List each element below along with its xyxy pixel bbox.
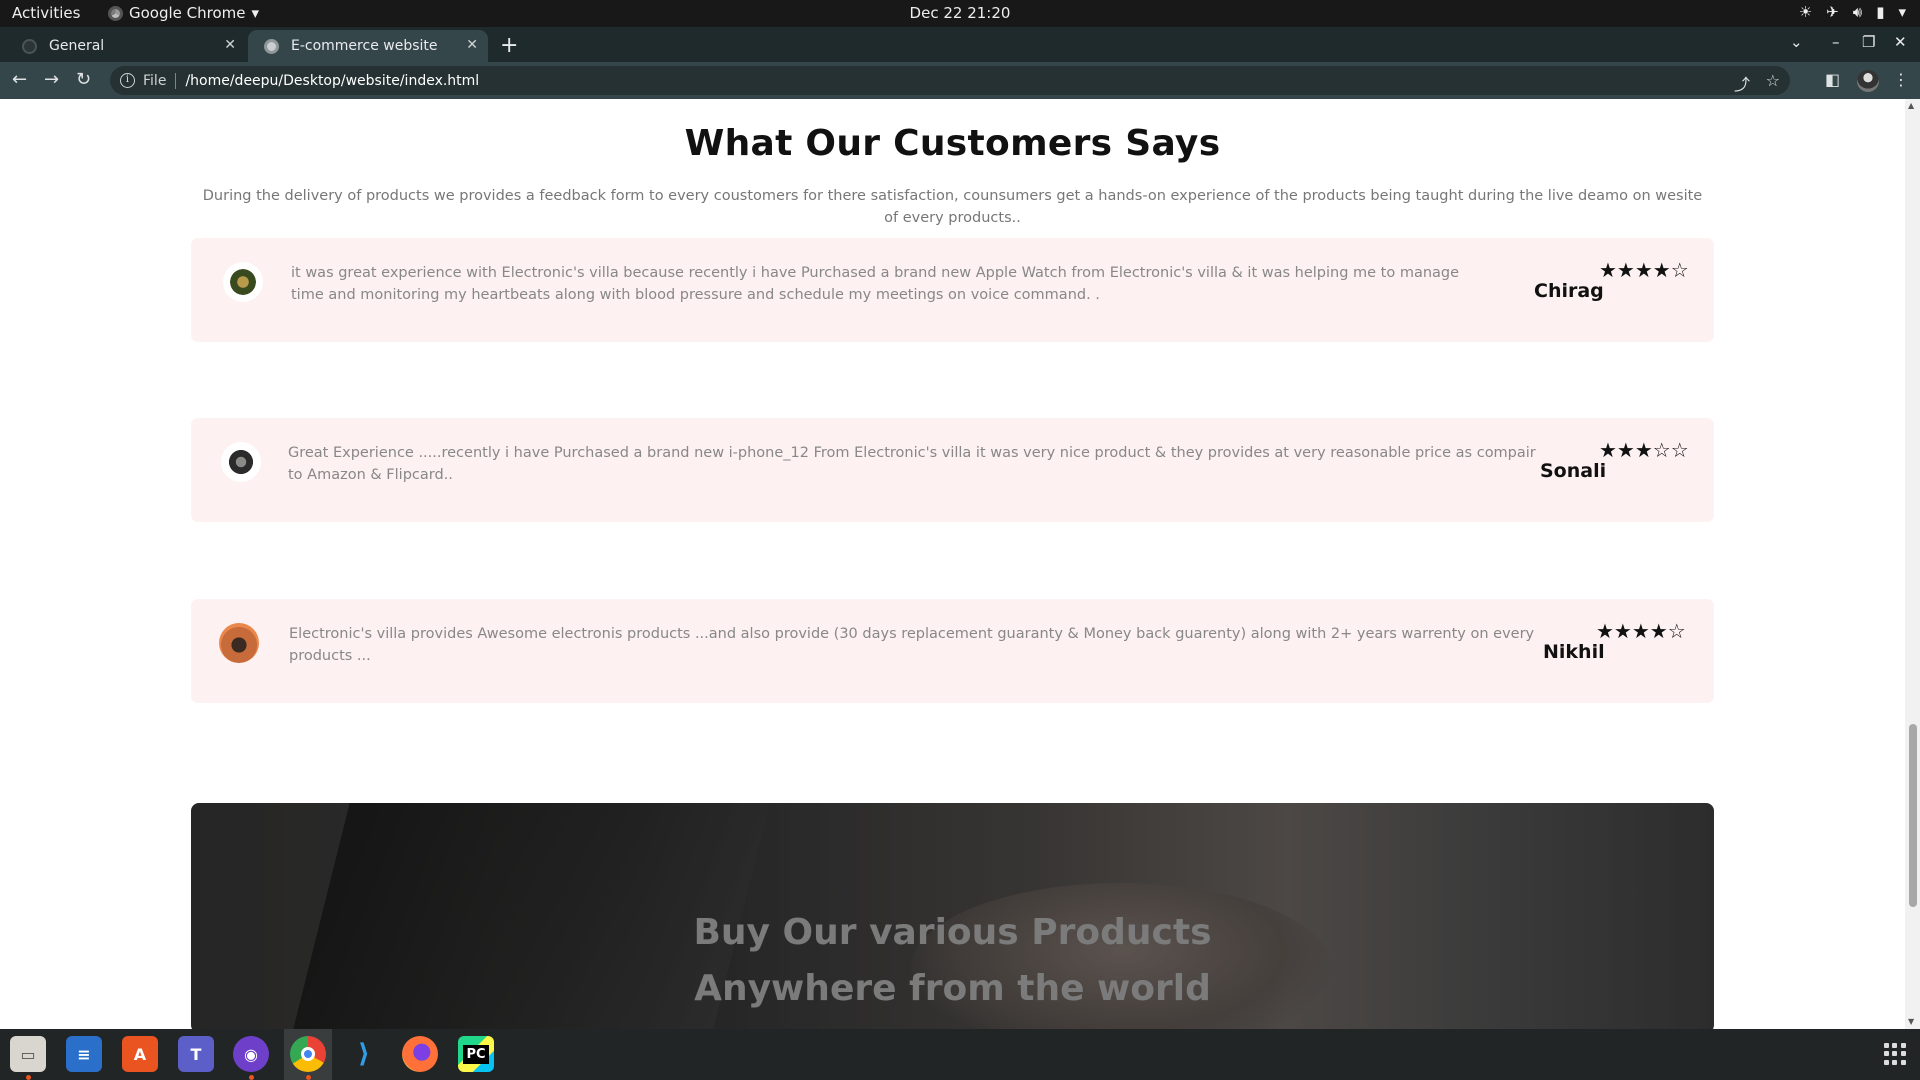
dock: ▭ ≡ A T ◉ ⟩ PC [0,1029,1920,1080]
github-favicon-icon [22,38,37,54]
running-indicator [26,1075,31,1080]
restore-icon[interactable]: ❐ [1862,33,1875,51]
firefox-icon[interactable] [402,1036,438,1072]
tab-search-icon[interactable]: ⌄ [1790,33,1803,51]
review-card: Great Experience .....recently i have Pu… [191,418,1714,522]
minimize-icon[interactable]: – [1832,33,1840,51]
scrollbar-thumb[interactable] [1909,724,1917,907]
review-text: Great Experience .....recently i have Pu… [288,445,1536,483]
scroll-up-icon[interactable]: ▲ [1908,101,1914,110]
close-tab-icon[interactable]: ✕ [224,37,236,53]
banner-line-2: Anywhere from the world [694,968,1211,1009]
chevron-down-icon: ▾ [1898,3,1906,21]
chrome-center [301,1047,315,1061]
banner-caption: Buy Our various Products Anywhere from t… [191,905,1714,1017]
scroll-down-icon[interactable]: ▼ [1908,1017,1914,1026]
star-rating: ★★★★☆ [1599,258,1689,282]
reviewer-name: Sonali [1540,460,1607,482]
review-text: it was great experience with Electronic'… [291,265,1460,303]
review-text: Electronic's villa provides Awesome elec… [289,626,1535,664]
system-top-bar: Activities Google Chrome ▾ Dec 22 21:20 … [0,0,1920,27]
forward-icon[interactable]: → [44,69,59,90]
system-tray[interactable]: ☀ ✈ 🔊︎ ▮ ▾ [1799,3,1906,21]
star-filled-icon: ★★★★ [1599,258,1671,282]
divider [175,72,177,89]
running-indicator [249,1075,254,1080]
close-window-icon[interactable]: ✕ [1894,33,1907,51]
star-filled-icon: ★★★★ [1596,619,1668,643]
menu-kebab-icon[interactable]: ⋮ [1893,70,1909,89]
star-rating: ★★★☆☆ [1599,438,1689,462]
url-scheme: File [143,72,167,89]
star-empty-icon: ☆☆ [1652,438,1689,462]
show-applications-icon[interactable] [1884,1043,1906,1065]
page-viewport: What Our Customers Says During the deliv… [0,99,1905,1029]
tab-ecommerce-website[interactable]: E-commerce website ✕ [248,30,488,62]
github-desktop-icon[interactable]: ◉ [233,1036,269,1072]
new-tab-icon[interactable]: + [500,33,518,58]
address-bar[interactable]: i File /home/deepu/Desktop/website/index… [110,66,1790,95]
star-rating: ★★★★☆ [1596,619,1686,643]
avatar [221,442,261,482]
pycharm-icon[interactable]: PC [458,1036,494,1072]
banner-line-1: Buy Our various Products [693,912,1212,953]
volume-icon: 🔊︎ [1852,3,1863,21]
clock[interactable]: Dec 22 21:20 [0,4,1920,22]
vscode-icon[interactable]: ⟩ [346,1036,382,1072]
url-text[interactable]: /home/deepu/Desktop/website/index.html [185,73,479,89]
star-filled-icon: ★★★ [1599,438,1653,462]
info-icon[interactable]: i [120,73,135,88]
side-panel-icon[interactable]: ◧ [1825,70,1840,89]
running-indicator [306,1075,311,1080]
avatar [223,262,263,302]
profile-avatar[interactable] [1857,70,1879,92]
review-card: it was great experience with Electronic'… [191,238,1714,342]
text-editor-icon[interactable]: ≡ [66,1036,102,1072]
teams-icon[interactable]: T [178,1036,214,1072]
reviewer-name: Nikhil [1543,641,1605,663]
review-card: Electronic's villa provides Awesome elec… [191,599,1714,703]
section-intro: During the delivery of products we provi… [202,188,1703,226]
promo-banner: Buy Our various Products Anywhere from t… [191,803,1714,1029]
pycharm-label: PC [463,1044,489,1064]
bookmark-star-icon[interactable]: ☆ [1766,71,1780,90]
airplane-mode-icon: ✈ [1826,3,1839,21]
page-scrollbar[interactable]: ▲ ▼ [1905,99,1920,1029]
share-icon[interactable]: ⤴ [1734,71,1750,95]
reviewer-name: Chirag [1534,280,1604,302]
star-empty-icon: ☆ [1670,258,1689,282]
tab-general[interactable]: General ✕ [6,30,246,62]
tab-strip: General ✕ E-commerce website ✕ + ⌄ – ❐ ✕ [0,27,1920,62]
globe-favicon-icon [264,38,279,54]
back-icon[interactable]: ← [12,69,27,90]
browser-toolbar: ← → ↻ i File /home/deepu/Desktop/website… [0,62,1920,99]
software-center-icon[interactable]: A [122,1036,158,1072]
battery-icon: ▮ [1876,3,1885,21]
star-empty-icon: ☆ [1667,619,1686,643]
chrome-icon[interactable] [290,1036,326,1072]
tab-label: E-commerce website [291,38,438,54]
files-icon[interactable]: ▭ [10,1036,46,1072]
tab-label: General [49,38,105,54]
section-heading: What Our Customers Says [684,123,1221,164]
reload-icon[interactable]: ↻ [76,69,91,90]
avatar [219,623,259,663]
brightness-icon: ☀ [1798,3,1813,21]
close-tab-icon[interactable]: ✕ [466,37,478,53]
